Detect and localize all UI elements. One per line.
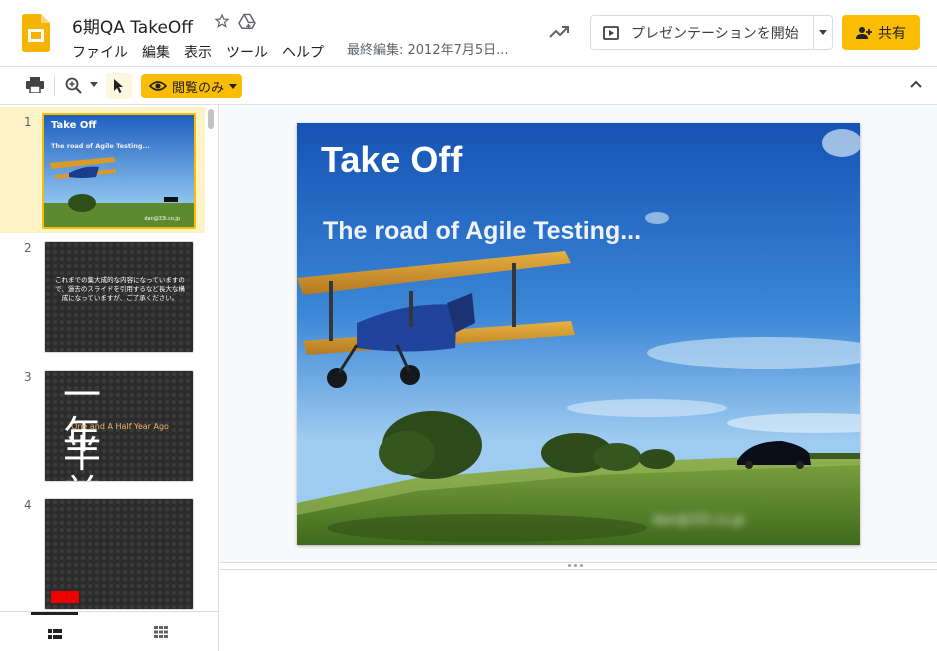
person-add-icon [856,27,872,39]
zoom-icon[interactable] [64,76,84,96]
filmstrip-view-button[interactable] [31,612,78,651]
thumbnail-photo [44,115,194,227]
thumbnail-subtitle: The road of Agile Testing... [51,142,150,150]
eye-icon [149,81,167,91]
slide-subtitle[interactable]: The road of Agile Testing... [323,217,641,246]
view-mode-label: 閲覧のみ [172,80,225,96]
thumbnail-body-text: これまでの集大成的な内容になっていますので、過去のスライドを引用するなど長大な構… [55,276,185,302]
print-icon[interactable] [26,77,44,93]
zoom-caret-icon[interactable] [90,82,98,88]
thumbnail-preview [44,498,194,610]
slide-thumbnail-4[interactable]: 4 [0,490,205,616]
present-icon [603,25,619,40]
thumbnail-caption: One and A Half Year Ago [71,422,169,431]
slide-credit-blurred: dan@33i.co.jp [652,513,745,528]
slide-number: 3 [24,370,32,384]
select-tool-button[interactable] [106,73,132,99]
last-edit-link[interactable]: 最終編集: 2012年7月5日... [347,39,509,58]
slide-number: 1 [24,115,32,129]
slide-number: 2 [24,241,32,255]
notes-splitter[interactable] [220,562,937,570]
slide-thumbnail-3[interactable]: 3 一 年 One and A Half Year Ago 半 前 [0,362,205,488]
share-label: 共有 [878,25,906,42]
app-header: 6期QA TakeOff ファイル 編集 表示 ツール ヘルプ 最終編集: 20… [0,0,937,66]
menu-bar: ファイル 編集 表示 ツール ヘルプ [72,42,324,62]
caret-down-icon [229,83,238,89]
menu-help[interactable]: ヘルプ [282,42,324,62]
document-title[interactable]: 6期QA TakeOff [72,13,193,38]
thumbnail-red-tag [51,591,79,603]
slide-background-photo [297,123,860,545]
start-presentation-button[interactable]: プレゼンテーションを開始 [590,15,814,50]
current-slide[interactable]: Take Off The road of Agile Testing... da… [297,123,860,545]
thumbnail-title: Take Off [51,120,97,131]
start-presentation-label: プレゼンテーションを開始 [631,25,799,42]
view-mode-button[interactable]: 閲覧のみ [141,74,242,98]
thumbnail-bottom-kanji: 半 前 [63,432,126,481]
collapse-chevron-icon[interactable] [909,79,923,89]
slide-number: 4 [24,498,32,512]
filmstrip-scrollbar[interactable] [208,109,214,129]
grid-view-icon [153,626,168,638]
star-icon[interactable] [214,13,230,29]
thumbnail-preview: Take Off The road of Agile Testing... da… [42,113,196,229]
slide-canvas: Take Off The road of Agile Testing... da… [220,105,937,563]
toolbar-divider [54,76,55,96]
cursor-arrow-icon [114,79,123,93]
slide-title[interactable]: Take Off [321,139,462,181]
slide-thumbnail-1[interactable]: 1 Take Off The road of Agile Testing... … [0,107,205,233]
caret-down-icon [819,30,827,35]
filmstrip-footer [0,611,218,651]
grid-view-button[interactable] [137,612,184,651]
list-view-icon [47,628,62,639]
slide-filmstrip: 1 Take Off The road of Agile Testing... … [0,105,219,651]
thumbnail-preview: 一 年 One and A Half Year Ago 半 前 [44,370,194,482]
menu-tools[interactable]: ツール [226,42,268,62]
drag-handle-dots [568,564,583,567]
move-to-drive-icon[interactable] [238,13,256,29]
slides-logo-icon[interactable] [22,14,50,52]
thumbnail-preview: これまでの集大成的な内容になっていますので、過去のスライドを引用するなど長大な構… [44,241,194,353]
presentation-options-dropdown[interactable] [813,15,833,50]
toolbar: 閲覧のみ [0,66,937,105]
menu-view[interactable]: 表示 [184,42,212,62]
speaker-notes-area[interactable] [220,570,937,651]
slide-thumbnail-2[interactable]: 2 これまでの集大成的な内容になっていますので、過去のスライドを引用するなど長大… [0,233,205,359]
share-button[interactable]: 共有 [842,15,920,50]
thumbnail-credit: dan@33i.co.jp [144,216,180,222]
menu-edit[interactable]: 編集 [142,42,170,62]
activity-trend-icon[interactable] [548,22,570,42]
menu-file[interactable]: ファイル [72,42,128,62]
